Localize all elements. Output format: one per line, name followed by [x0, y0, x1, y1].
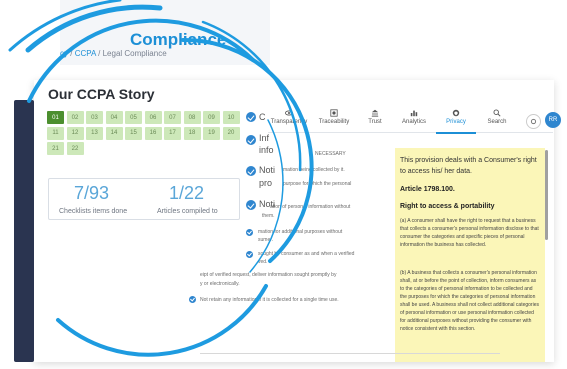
checklists-count: 7/93	[74, 183, 110, 203]
article-cell[interactable]: 13	[86, 126, 103, 140]
page-title: Compliance	[130, 30, 227, 49]
checklist-item-small: them.	[262, 213, 275, 219]
article-cell[interactable]: 12	[66, 126, 84, 140]
article-cell[interactable]: 15	[125, 126, 142, 140]
article-cell[interactable]: 09	[203, 111, 220, 124]
tab-search[interactable]: Search	[478, 106, 516, 132]
tab-bar: Transparency Traceability Trust Analytic…	[268, 106, 561, 134]
law-panel: This provision deals with a Consumer's r…	[395, 148, 545, 362]
article-cell[interactable]: 21	[47, 142, 64, 155]
bank-icon	[371, 109, 379, 117]
checklist-item-small: eipt of verified request, deliver inform…	[200, 272, 337, 278]
settings-button[interactable]	[526, 114, 541, 129]
law-paragraph-a: (a) A consumer shall have the right to r…	[400, 218, 539, 248]
articles-count: 1/22	[169, 183, 205, 203]
avatar[interactable]: RR	[545, 112, 561, 128]
tab-traceability[interactable]: Traceability	[312, 106, 356, 132]
tab-label: Privacy	[446, 119, 466, 125]
law-paragraph-b: (b) A business that collects a consumer'…	[400, 270, 539, 332]
checklist-item-small: ation of personal information without	[270, 204, 351, 210]
checklist-item: pro	[259, 178, 273, 188]
checklist-item-small: mation for additional purposes without	[258, 229, 343, 235]
article-cell[interactable]: 06	[144, 111, 162, 124]
target-icon	[330, 109, 338, 117]
law-right-title: Right to access & portability	[400, 203, 495, 210]
gear-icon	[530, 118, 537, 125]
law-description: This provision deals with a Consumer's r…	[400, 157, 537, 175]
article-cell[interactable]: 22	[66, 142, 84, 155]
bar-chart-icon	[410, 110, 418, 117]
check-icon	[246, 251, 253, 258]
check-icon	[189, 296, 196, 303]
tab-transparency[interactable]: Transparency	[268, 106, 310, 132]
tab-label: Search	[487, 119, 507, 125]
article-cell[interactable]: 17	[164, 126, 181, 140]
article-cell[interactable]: 05	[125, 111, 142, 124]
article-cell[interactable]: 10	[222, 111, 240, 124]
article-cell[interactable]: 20	[222, 126, 240, 140]
checklist-item: Noti	[259, 165, 276, 175]
checklist-item-small: purpose for which the personal	[283, 181, 352, 187]
article-cell[interactable]: 18	[183, 126, 201, 140]
checklist-item: Inf	[259, 133, 270, 143]
tab-trust[interactable]: Trust	[358, 106, 392, 132]
article-cell[interactable]: 11	[47, 126, 64, 140]
check-icon	[246, 200, 256, 210]
app-window: Compliance cy / CCPA / Legal Compliance …	[0, 0, 567, 369]
tab-label: Trust	[368, 119, 382, 125]
articles-label: Articles compiled to	[157, 208, 218, 215]
article-cell[interactable]: 08	[183, 111, 201, 124]
search-icon	[493, 109, 501, 117]
checklist-item-small: Not retain any information if it is coll…	[200, 297, 339, 303]
article-cell[interactable]: 02	[66, 111, 84, 124]
eye-icon	[285, 110, 293, 116]
breadcrumb-separator: /	[98, 49, 101, 58]
check-icon	[246, 229, 253, 236]
breadcrumb-item-privacy[interactable]: cy	[60, 49, 68, 58]
checklist-item-small: sought by consumer as and when a verifie…	[258, 251, 355, 257]
divider	[200, 353, 500, 354]
story-title: Our CCPA Story	[48, 86, 155, 102]
tab-label: Analytics	[401, 119, 426, 125]
sidebar	[14, 100, 34, 362]
breadcrumb-item-ccpa[interactable]: CCPA	[75, 49, 96, 58]
globe-shield-icon	[452, 109, 460, 117]
breadcrumb-item-legal-compliance: Legal Compliance	[102, 49, 167, 58]
article-cell[interactable]: 16	[144, 126, 162, 140]
checklist-item: C	[259, 112, 266, 122]
tab-analytics[interactable]: Analytics	[394, 106, 434, 132]
article-cell[interactable]: 19	[203, 126, 220, 140]
law-article: Article 1798.100.	[400, 186, 455, 193]
tab-privacy[interactable]: Privacy	[436, 106, 476, 134]
checklist-item-small: y or electronically.	[200, 281, 240, 287]
check-icon	[246, 112, 256, 122]
check-icon	[246, 166, 256, 176]
section-label: NECESSARY	[315, 151, 346, 157]
checklist-item-small: mation being collected by it.	[283, 167, 345, 173]
breadcrumb-separator: /	[70, 49, 73, 58]
checklist-item-small: sumer.	[258, 237, 274, 243]
scrollbar[interactable]	[545, 150, 548, 240]
checklist-item-small: ved.	[258, 259, 268, 265]
article-cell[interactable]: 01	[47, 111, 64, 124]
article-cell[interactable]: 07	[164, 111, 181, 124]
article-cell[interactable]: 04	[105, 111, 123, 124]
checklists-label: Checklists items done	[59, 208, 128, 215]
stats-box: 7/93 Checklists items done 1/22 Articles…	[48, 178, 240, 220]
article-cell[interactable]: 14	[105, 126, 123, 140]
article-cell[interactable]: 03	[86, 111, 103, 124]
tab-label: Transparency	[270, 119, 308, 125]
check-icon	[246, 135, 256, 145]
tab-label: Traceability	[318, 119, 350, 125]
breadcrumb: cy / CCPA / Legal Compliance	[60, 49, 167, 58]
checklist-item: info	[259, 145, 274, 155]
